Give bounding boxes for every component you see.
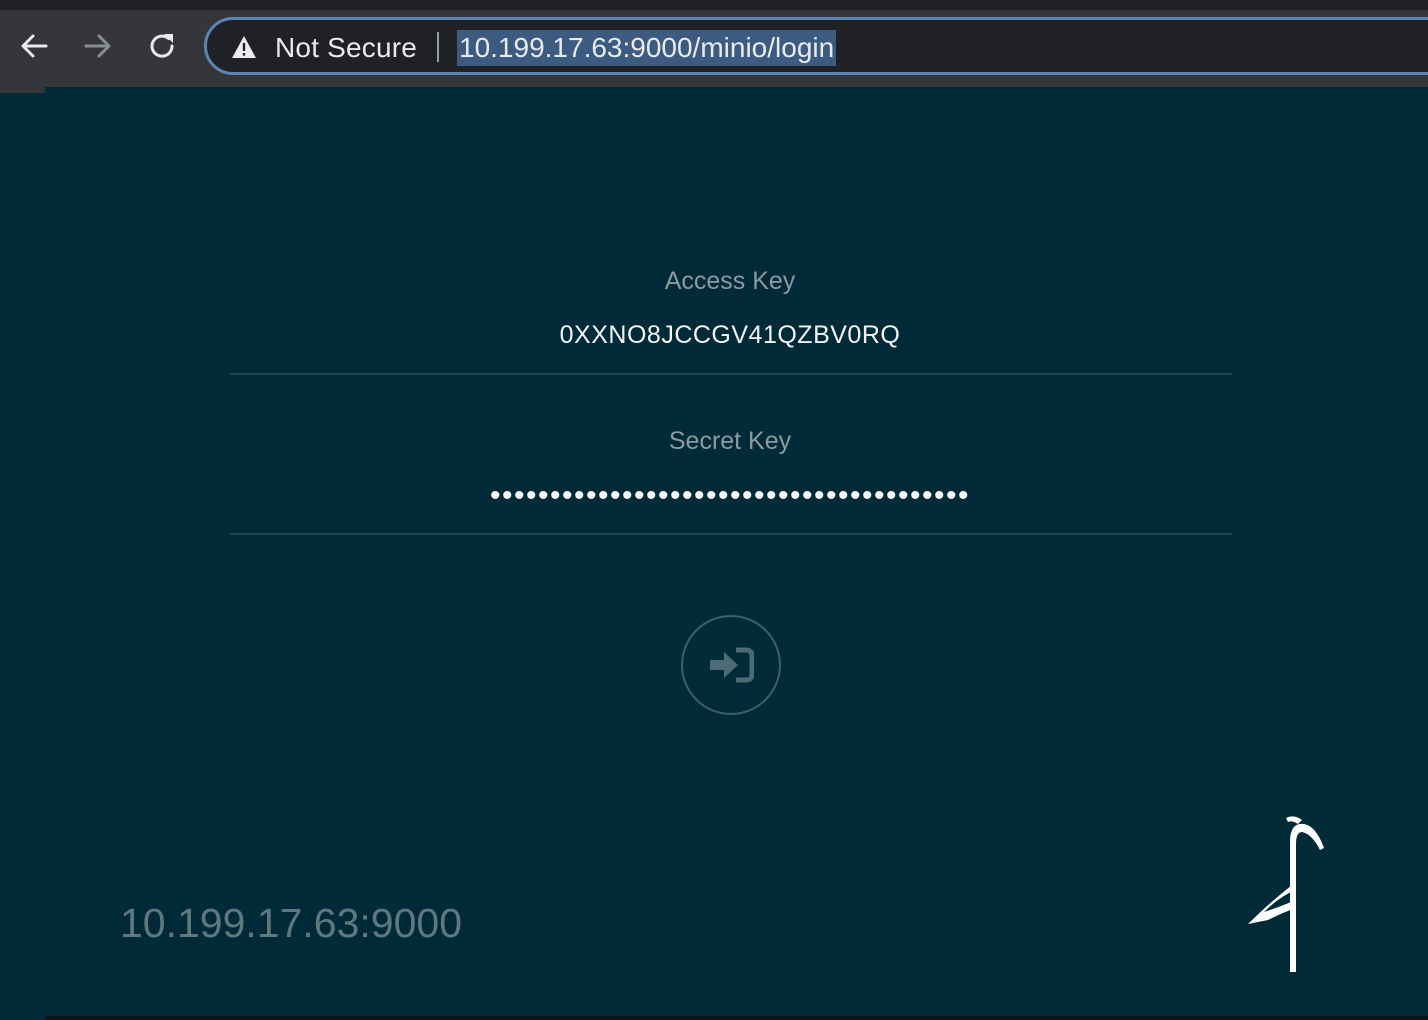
arrow-right-icon [84, 34, 111, 58]
secret-key-underline [230, 533, 1232, 535]
reload-icon [150, 34, 174, 58]
access-key-label: Access Key [664, 267, 796, 295]
reload-button[interactable] [138, 24, 186, 68]
secret-key-label: Secret Key [668, 427, 792, 455]
window-top-strip [0, 0, 1428, 10]
sign-in-icon [710, 647, 754, 683]
arrow-left-icon [21, 34, 48, 58]
secret-key-input[interactable]: •••••••••••••••••••••••••••••••••••••••• [230, 481, 1230, 511]
toolbar-edge [0, 87, 45, 93]
back-button[interactable] [10, 24, 58, 68]
access-key-underline [230, 373, 1232, 375]
url-text[interactable]: 10.199.17.63:9000/minio/login [457, 30, 837, 66]
minio-bird-logo [1248, 816, 1324, 972]
window-bottom-edge [45, 1016, 1428, 1020]
address-bar-divider [437, 32, 439, 62]
security-status-text[interactable]: Not Secure [275, 32, 417, 64]
browser-toolbar: Not Secure 10.199.17.63:9000/minio/login [0, 10, 1428, 87]
address-bar[interactable]: Not Secure 10.199.17.63:9000/minio/login [204, 17, 1428, 75]
warning-triangle-icon[interactable] [231, 35, 257, 59]
forward-button[interactable] [74, 24, 122, 68]
access-key-input[interactable]: 0XXNO8JCCGV41QZBV0RQ [230, 321, 1230, 350]
login-button[interactable] [681, 615, 781, 715]
server-host-label: 10.199.17.63:9000 [120, 900, 462, 946]
